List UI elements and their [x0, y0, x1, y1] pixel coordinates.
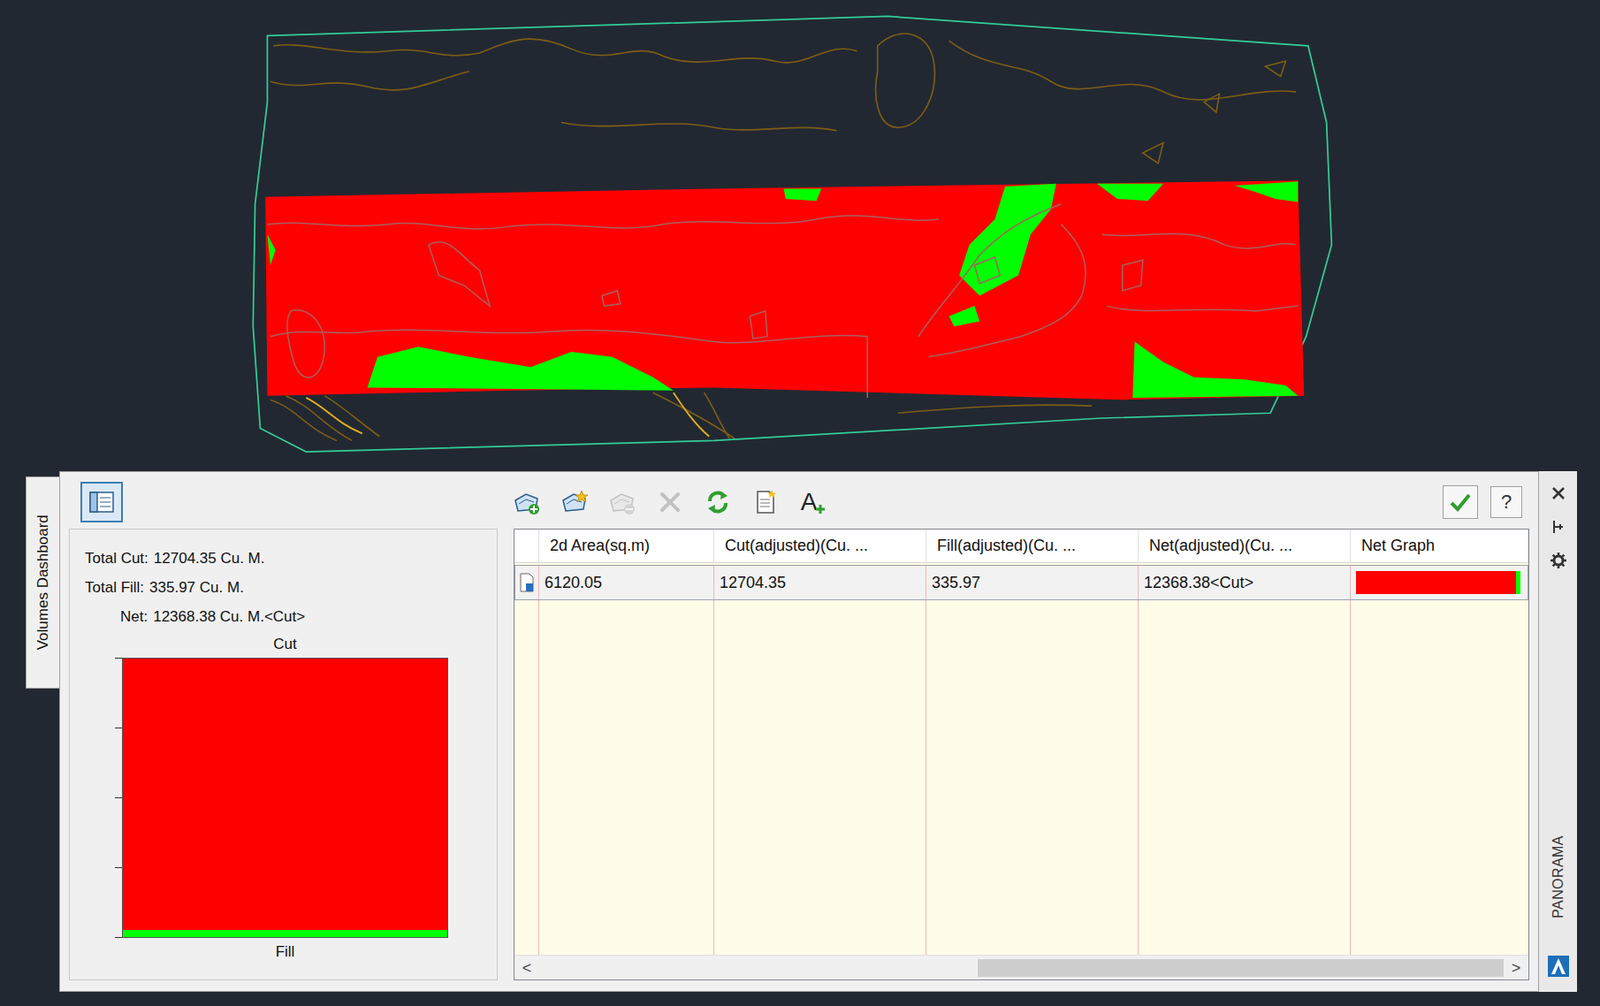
axis-tick — [114, 867, 122, 869]
scroll-left-button[interactable]: < — [514, 955, 540, 980]
pin-icon — [1551, 518, 1566, 535]
gear-icon — [1549, 551, 1568, 570]
header-cell[interactable]: Fill(adjusted)(Cu. ... — [926, 529, 1139, 563]
header-cell[interactable]: Cut(adjusted)(Cu. ... — [714, 529, 927, 563]
dashboard-content: Total Cut:12704.35 Cu. M.Total Fill:335.… — [68, 528, 1530, 981]
report-icon — [752, 488, 779, 516]
table-cell: 335.97 — [926, 565, 1139, 600]
summary-label: Total Fill: — [84, 572, 145, 602]
chart-bar — [122, 929, 448, 938]
help-glyph: ? — [1500, 492, 1512, 512]
net-graph-fill — [1356, 571, 1517, 595]
toolbar-button[interactable] — [504, 482, 549, 522]
scroll-right-button[interactable]: > — [1503, 955, 1529, 980]
label-glyph: A — [800, 489, 818, 515]
scroll-right-glyph: > — [1511, 960, 1522, 976]
volumes-table: 2d Area(sq.m) Cut(adjusted)(Cu. ... Fill(a… — [513, 528, 1530, 981]
axis-tick — [114, 727, 122, 729]
site-drawing — [0, 0, 1600, 472]
auto-hide-button[interactable] — [1545, 513, 1572, 541]
check-icon — [1448, 491, 1472, 513]
summary-line: Net:12368.38 Cu. M.<Cut> — [84, 601, 497, 632]
header-cell[interactable]: Net Graph — [1350, 529, 1529, 563]
toolbar-button[interactable] — [743, 482, 788, 522]
net-graph-track — [1356, 571, 1521, 595]
autodesk-logo-icon — [1547, 955, 1570, 977]
header-cell — [514, 529, 540, 563]
table-cell: 12368.38<Cut> — [1138, 565, 1351, 600]
add-entry-icon — [512, 488, 541, 516]
summary-value: 12704.35 Cu. M. — [153, 543, 266, 573]
axis-tick — [114, 937, 122, 938]
remove-entry-icon — [608, 488, 637, 516]
entry-icon — [518, 572, 535, 593]
column-title: Cut(adjusted)(Cu. ... — [724, 533, 869, 558]
header-cell[interactable]: 2d Area(sq.m) — [539, 529, 715, 563]
tab-label: Volumes Dashboard — [31, 514, 55, 650]
summary-value: 12368.38 Cu. M.<Cut> — [152, 601, 305, 632]
summary-line: Total Cut:12704.35 Cu. M. — [84, 543, 497, 573]
toolbar-button[interactable] — [552, 482, 597, 522]
toolbar-button[interactable] — [647, 482, 693, 522]
chart-axis-label: Fill — [275, 937, 296, 967]
table-body — [514, 600, 1529, 955]
toolbar-button[interactable] — [695, 482, 740, 522]
table-header: 2d Area(sq.m) Cut(adjusted)(Cu. ... Fill(a… — [514, 529, 1529, 564]
close-button[interactable] — [1545, 480, 1572, 507]
scroll-left-glyph: < — [522, 960, 533, 976]
delete-icon — [656, 488, 684, 516]
scroll-track — [539, 955, 1504, 980]
volumes-dock: Volumes DashboardA?Total Cut:12704.35 Cu… — [0, 471, 1600, 1006]
add-labels-icon: A — [800, 489, 827, 515]
chart-title: Cut — [273, 631, 297, 658]
dashboard-panel: A?Total Cut:12704.35 Cu. M.Total Fill:33… — [59, 471, 1540, 992]
panel-toggle-button[interactable] — [80, 481, 123, 523]
toolbar-button[interactable]: A — [791, 482, 836, 522]
net-graph-cell — [1350, 565, 1528, 600]
header-cell[interactable]: Net(adjusted)(Cu. ... — [1138, 529, 1351, 563]
toolbar-left — [68, 481, 498, 523]
plus-icon — [815, 503, 826, 515]
new-surface-icon — [560, 488, 589, 516]
summary-line: Total Fill:335.97 Cu. M. — [84, 572, 497, 602]
axis-tick — [114, 797, 122, 799]
toolbar-right: A? — [497, 482, 1530, 522]
axis-tick — [114, 657, 122, 659]
palette-label: PANORAMA — [1547, 835, 1570, 919]
table-cell: 12704.35 — [714, 565, 927, 600]
chart-bar — [122, 658, 448, 930]
summary-label: Total Cut: — [84, 543, 149, 573]
axis-ticks — [111, 657, 122, 938]
summary-panel: Total Cut:12704.35 Cu. M.Total Fill:335.… — [68, 528, 498, 981]
accept-button[interactable] — [1442, 485, 1479, 519]
help-button[interactable]: ? — [1490, 486, 1523, 519]
summary-value: 335.97 Cu. M. — [149, 572, 244, 602]
palette-title: PANORAMA — [1545, 815, 1572, 939]
properties-button[interactable] — [1545, 547, 1572, 574]
volume-chart: Cut Fill — [111, 631, 449, 967]
toolbar-button[interactable] — [600, 482, 645, 522]
close-icon — [1551, 486, 1566, 501]
column-title: 2d Area(sq.m) — [549, 533, 650, 558]
column-title: Fill(adjusted)(Cu. ... — [937, 533, 1076, 558]
table-row[interactable]: 6120.05 12704.35 335.97 12368.38<Cut> — [514, 564, 1529, 601]
refresh-icon — [704, 488, 732, 516]
cell-text: 335.97 — [931, 571, 981, 595]
panel-layout-icon — [88, 489, 115, 515]
summary-label: Net: — [120, 601, 148, 632]
column-title: Net(adjusted)(Cu. ... — [1149, 533, 1293, 558]
chart-plot — [121, 657, 449, 938]
toolbar: A? — [68, 480, 1530, 524]
column-title: Net Graph — [1361, 533, 1435, 558]
table-cell: 6120.05 — [539, 565, 715, 600]
palette-strip: PANORAMA — [1539, 471, 1578, 992]
scroll-thumb[interactable] — [977, 959, 1504, 977]
cell-text: 6120.05 — [544, 571, 602, 595]
cell-text: 12368.38<Cut> — [1143, 571, 1254, 595]
cell-text: 12704.35 — [719, 571, 786, 595]
horizontal-scrollbar: <> — [514, 954, 1529, 980]
dashboard-tab[interactable]: Volumes Dashboard — [25, 476, 60, 689]
app-logo — [1545, 952, 1572, 980]
